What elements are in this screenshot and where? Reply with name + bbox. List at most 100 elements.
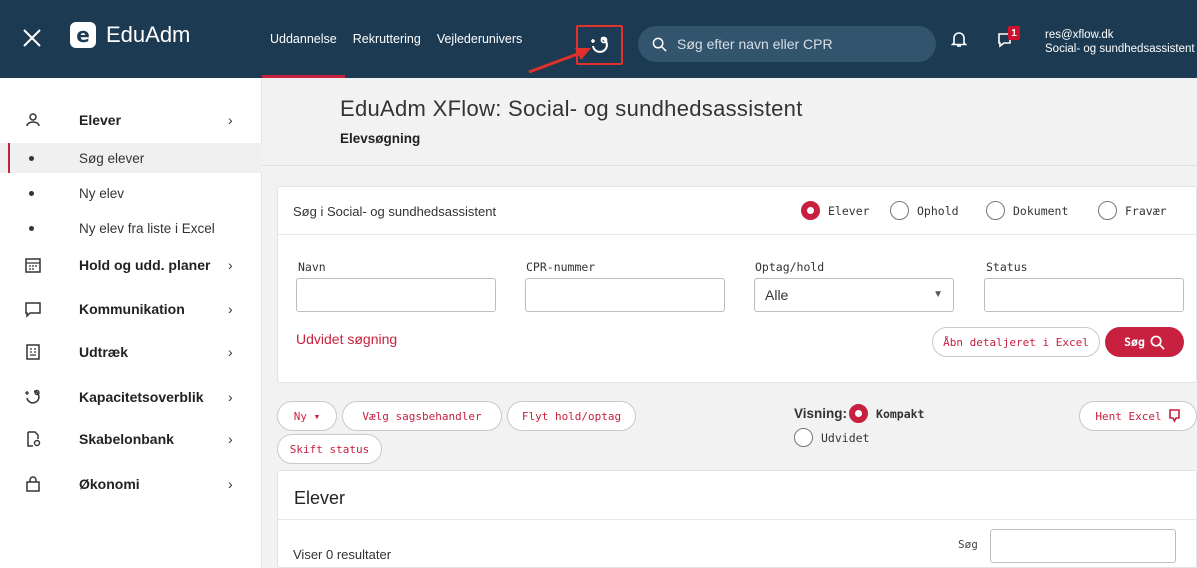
navn-label: Navn — [298, 260, 326, 274]
results-search-input[interactable] — [990, 529, 1176, 563]
page-subtitle: Elevsøgning — [340, 131, 421, 146]
sidebar-item-oekonomi[interactable]: Økonomi › — [0, 464, 262, 504]
results-divider — [278, 519, 1197, 520]
radio-ophold[interactable]: Ophold — [890, 201, 959, 220]
results-heading: Elever — [294, 488, 346, 508]
search-card-title: Søg i Social- og sundhedsassistent — [293, 204, 497, 219]
chevron-right-icon: › — [228, 301, 233, 317]
chevron-right-icon: › — [228, 389, 233, 405]
download-icon — [1168, 408, 1180, 423]
results-count: Viser 0 resultater — [293, 547, 392, 562]
red-arrow-annotation — [528, 48, 591, 74]
sidebar-item-label: Skabelonbank — [79, 431, 174, 447]
radio-label: Udvidet — [821, 430, 870, 445]
radio-selected-icon — [801, 201, 820, 220]
document-list-icon — [26, 344, 40, 360]
sidebar-item-label: Kommunikation — [79, 301, 185, 317]
results-card: Elever Viser 0 resultater Søg — [277, 470, 1197, 568]
chevron-down-icon: ▼ — [933, 289, 943, 300]
chevron-right-icon: › — [228, 344, 233, 360]
page-title: EduAdm XFlow: Social- og sundhedsassiste… — [340, 96, 803, 121]
radio-label: Fravær — [1125, 203, 1167, 218]
flyt-hold-button[interactable]: Flyt hold/optag — [507, 401, 636, 431]
person-icon — [26, 113, 40, 127]
radio-dokument[interactable]: Dokument — [986, 201, 1068, 220]
template-icon — [27, 431, 41, 447]
capacity-icon — [25, 389, 40, 404]
sidebar-item-label: Udtræk — [79, 344, 129, 360]
search-card-header: Søg i Social- og sundhedsassistent Eleve… — [278, 187, 1197, 235]
global-search[interactable] — [638, 26, 936, 62]
chevron-right-icon: › — [228, 431, 233, 447]
optag-select[interactable]: Alle ▼ — [754, 278, 954, 312]
search-button[interactable]: Søg — [1105, 327, 1184, 357]
search-icon — [652, 37, 667, 52]
advanced-search-link[interactable]: Udvidet søgning — [296, 331, 397, 347]
sidebar-item-skabelonbank[interactable]: Skabelonbank › — [0, 419, 262, 459]
nav-rekruttering[interactable]: Rekruttering — [353, 0, 421, 78]
search-button-label: Søg — [1124, 335, 1145, 349]
search-card: Søg i Social- og sundhedsassistent Eleve… — [277, 186, 1197, 383]
open-excel-button[interactable]: Åbn detaljeret i Excel — [932, 327, 1100, 357]
bullet-icon — [29, 225, 34, 231]
bell-icon[interactable] — [951, 30, 967, 48]
nav-uddannelse[interactable]: Uddannelse — [262, 0, 345, 78]
app-name: EduAdm — [106, 22, 191, 47]
sidebar-subitem-soeg-elever[interactable]: Søg elever — [0, 143, 262, 173]
radio-label: Ophold — [917, 203, 959, 218]
radio-elever[interactable]: Elever — [801, 201, 870, 220]
cpr-label: CPR-nummer — [526, 260, 596, 274]
search-icon — [1150, 335, 1165, 350]
app-brand[interactable]: e EduAdm — [70, 22, 190, 48]
close-icon[interactable] — [20, 26, 44, 50]
sidebar-item-label: Kapacitetsoverblik — [79, 389, 204, 405]
view-mode-group: Visning: Kompakt — [794, 404, 924, 423]
sidebar-subitem-ny-elev-excel[interactable]: Ny elev fra liste i Excel — [0, 213, 262, 243]
sidebar-item-hold[interactable]: Hold og udd. planer › — [0, 245, 262, 285]
radio-label: Dokument — [1013, 203, 1069, 218]
header-divider — [262, 165, 1197, 166]
search-input[interactable] — [677, 36, 917, 52]
sidebar-item-label: Elever — [79, 112, 122, 128]
top-bar: e EduAdm Uddannelse Rekruttering Vejlede… — [0, 0, 1197, 78]
sidebar-subitem-label: Ny elev — [79, 185, 125, 201]
nav-vejlederunivers[interactable]: Vejlederunivers — [437, 0, 522, 78]
sidebar-subitem-ny-elev[interactable]: Ny elev — [0, 178, 262, 208]
hent-excel-button[interactable]: Hent Excel — [1079, 401, 1197, 431]
bullet-icon — [29, 155, 34, 161]
sidebar-item-kommunikation[interactable]: Kommunikation › — [0, 289, 262, 329]
radio-kompakt[interactable]: Kompakt — [849, 404, 924, 423]
messages-badge: 1 — [1008, 26, 1020, 40]
sidebar-item-kapacitetsoverblik[interactable]: Kapacitetsoverblik › — [0, 377, 262, 417]
ny-dropdown-button[interactable]: Ny ▾ — [277, 401, 337, 431]
sidebar-subitem-label: Ny elev fra liste i Excel — [79, 220, 215, 236]
user-info[interactable]: res@xflow.dk Social- og sundhedsassisten… — [1045, 28, 1195, 56]
shopping-bag-icon — [26, 476, 40, 492]
radio-unselected-icon — [1098, 201, 1117, 220]
sidebar-item-udtraek[interactable]: Udtræk › — [0, 332, 262, 372]
status-label: Status — [986, 260, 1028, 274]
radio-unselected-icon — [890, 201, 909, 220]
sidebar: Elever › Søg elever Ny elev Ny elev fra … — [0, 78, 262, 568]
radio-udvidet[interactable]: Udvidet — [794, 428, 869, 447]
chat-icon — [25, 302, 41, 318]
radio-fravaer[interactable]: Fravær — [1098, 201, 1167, 220]
radio-label: Elever — [828, 203, 870, 218]
sidebar-item-elever[interactable]: Elever › — [0, 100, 262, 140]
sidebar-subitem-label: Søg elever — [79, 150, 145, 166]
vaelg-sagsbehandler-button[interactable]: Vælg sagsbehandler — [342, 401, 502, 431]
top-navigation: Uddannelse Rekruttering Vejlederunivers — [262, 0, 530, 78]
optag-select-value: Alle — [765, 287, 789, 303]
app-logo: e — [70, 22, 96, 48]
cpr-field[interactable] — [525, 278, 725, 312]
results-search-label: Søg — [958, 538, 978, 551]
chevron-right-icon: › — [228, 476, 233, 492]
navn-field[interactable] — [296, 278, 496, 312]
radio-unselected-icon — [794, 428, 813, 447]
user-role: Social- og sundhedsassistent — [1045, 43, 1195, 55]
skift-status-button[interactable]: Skift status — [277, 434, 382, 464]
chevron-right-icon: › — [228, 257, 233, 273]
status-field[interactable] — [984, 278, 1184, 312]
view-mode-label: Visning: — [794, 406, 848, 421]
radio-label: Kompakt — [876, 406, 925, 421]
